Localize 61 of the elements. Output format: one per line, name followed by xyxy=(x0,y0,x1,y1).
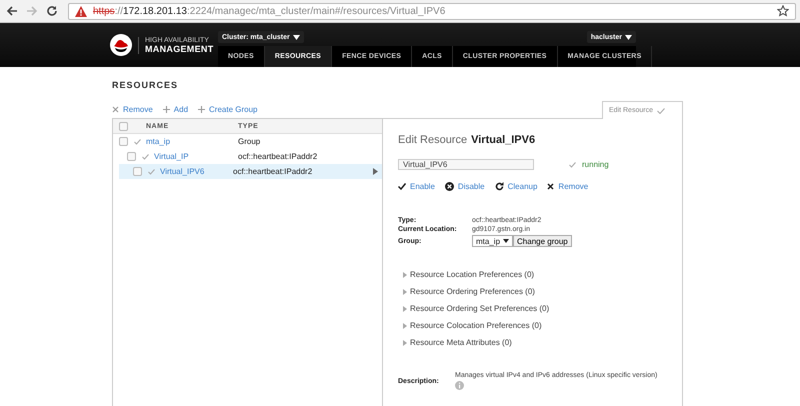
reload-icon xyxy=(46,5,58,17)
action-link[interactable]: Enable xyxy=(398,182,435,191)
brand-title: MANAGEMENT xyxy=(145,44,214,54)
caret-icon xyxy=(625,34,632,40)
add-icon xyxy=(198,106,206,113)
table-row[interactable]: mta_ip Group xyxy=(113,134,382,149)
remove-icon xyxy=(547,183,554,190)
info-icon xyxy=(455,381,464,390)
check-icon xyxy=(569,162,576,168)
table-row[interactable]: Virtual_IP ocf::heartbeat:IPaddr2 xyxy=(113,149,382,164)
resource-name: Virtual_IPV6 xyxy=(471,134,536,146)
panel-title: Edit Resource xyxy=(398,134,468,146)
logo-icon xyxy=(110,34,132,56)
check-icon xyxy=(398,183,406,190)
forward-icon xyxy=(26,5,38,17)
url-text: https://172.18.201.13:2224/managec/mta_cluster/main#/resources/Virtual_IPV6 xyxy=(93,6,446,16)
refresh-icon xyxy=(494,182,504,191)
add-icon xyxy=(162,106,170,113)
section-toggle[interactable]: Resource Location Preferences (0) xyxy=(403,269,682,280)
section-toggle[interactable]: Resource Ordering Preferences (0) xyxy=(403,286,682,297)
action-link[interactable]: Remove xyxy=(547,182,588,191)
disable-icon xyxy=(444,182,454,191)
back-button[interactable] xyxy=(6,5,18,17)
back-icon xyxy=(6,5,18,17)
checkbox[interactable] xyxy=(119,137,128,146)
resource-name-link[interactable]: mta_ip xyxy=(146,137,238,146)
checkbox[interactable] xyxy=(127,152,136,161)
warning-icon xyxy=(75,6,87,16)
check-icon xyxy=(148,168,154,174)
check-icon xyxy=(134,138,140,144)
change-group-button[interactable]: Change group xyxy=(513,235,572,247)
arrow-icon xyxy=(373,168,378,175)
table-cell-text: ocf::heartbeat:IPaddr2 xyxy=(233,167,314,176)
star-icon xyxy=(777,5,789,17)
table-row[interactable]: Virtual_IPV6 ocf::heartbeat:IPaddr2 xyxy=(119,164,382,179)
table-cell-text: ocf::heartbeat:IPaddr2 xyxy=(238,152,318,161)
section-toggle[interactable]: Resource Meta Attributes (0) xyxy=(403,337,682,348)
remove-icon xyxy=(112,106,119,113)
checkbox[interactable] xyxy=(133,167,142,176)
name-field[interactable]: Virtual_IPV6 xyxy=(398,159,534,170)
resource-name-link[interactable]: Virtual_IPV6 xyxy=(160,167,233,176)
action-link[interactable]: Add xyxy=(162,105,188,114)
page-title: RESOURCES xyxy=(112,80,180,90)
resource-name-link[interactable]: Virtual_IP xyxy=(154,152,238,161)
action-link[interactable]: Cleanup xyxy=(494,182,538,191)
section-toggle[interactable]: Resource Colocation Preferences (0) xyxy=(403,320,682,331)
action-link[interactable]: Disable xyxy=(444,182,485,191)
status-text: running xyxy=(582,160,609,169)
table-cell-text: Group xyxy=(238,137,262,146)
reload-button[interactable] xyxy=(46,5,58,17)
check-icon xyxy=(142,154,148,160)
action-link[interactable]: Remove xyxy=(112,105,153,114)
checkbox[interactable] xyxy=(119,122,128,130)
address-bar[interactable]: https://172.18.201.13:2224/managec/mta_cluster/main#/resources/Virtual_IPV6 xyxy=(68,2,796,20)
caret-icon xyxy=(503,239,510,243)
check-icon xyxy=(656,108,665,114)
group-dropdown[interactable]: mta_ip xyxy=(472,235,514,247)
section-toggle[interactable]: Resource Ordering Set Preferences (0) xyxy=(403,303,682,314)
caret-icon xyxy=(292,34,300,40)
action-link[interactable]: Create Group xyxy=(198,105,258,114)
forward-button[interactable] xyxy=(26,5,38,17)
